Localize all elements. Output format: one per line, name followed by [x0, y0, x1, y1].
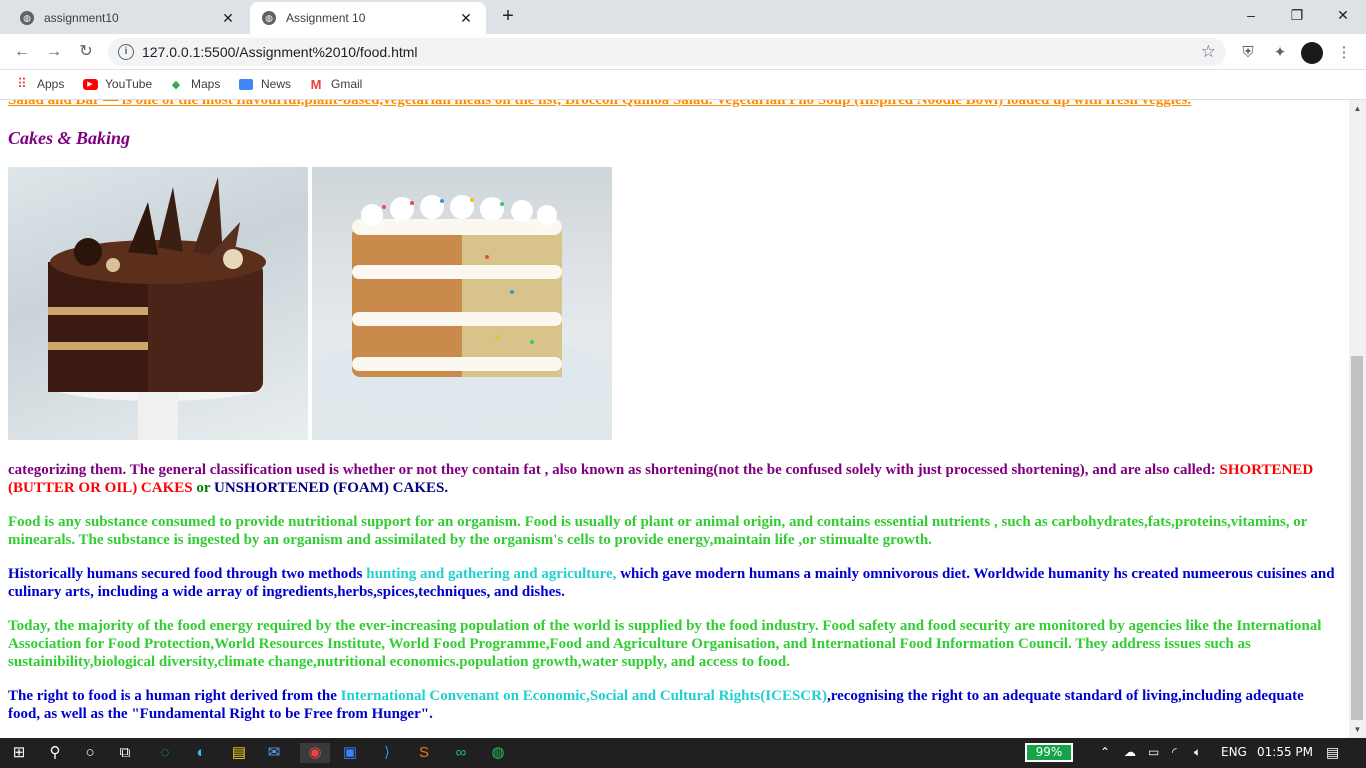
battery-indicator[interactable]: 99% [1025, 743, 1073, 762]
close-tab-icon[interactable]: ✕ [458, 10, 474, 27]
p1-text: categorizing them. The general classific… [8, 462, 1216, 478]
battery-icon[interactable]: ▭ [1148, 745, 1159, 759]
browser-toolbar: ← → ↻ i 127.0.0.1:5500/Assignment%2010/f… [0, 34, 1366, 70]
page-content: Salad and Bar — is one of the most flavo… [0, 100, 1349, 738]
paragraph-food-industry: Today, the majority of the food energy r… [8, 618, 1322, 670]
bookmark-maps[interactable]: ◆ Maps [168, 77, 221, 91]
page-scrollbar[interactable]: ▲ ▼ [1349, 100, 1366, 738]
section-heading: Cakes & Baking [8, 128, 131, 148]
task-view-icon[interactable]: ⧉ [114, 743, 136, 763]
news-icon [238, 77, 254, 91]
paragraph-right-to-food: The right to food is a human right deriv… [8, 687, 1338, 723]
app-icon-green[interactable]: ◌ [154, 743, 176, 763]
address-url[interactable]: 127.0.0.1:5500/Assignment%2010/food.html [142, 44, 418, 60]
forward-icon[interactable]: → [42, 40, 66, 64]
bookmark-gmail[interactable]: M Gmail [308, 76, 363, 92]
tab-bar: ◍ assignment10 ✕ ◍ Assignment 10 ✕ + – ❐… [0, 0, 1366, 34]
tray-chevron-icon[interactable]: ⌃ [1100, 745, 1110, 759]
scroll-down-icon[interactable]: ▼ [1349, 721, 1366, 738]
bookmark-label: YouTube [105, 77, 153, 91]
tab-assignment-10[interactable]: ◍ Assignment 10 ✕ [250, 2, 486, 34]
paragraph-food-history: Historically humans secured food through… [8, 565, 1338, 601]
bookmark-label: Apps [37, 77, 65, 91]
vscode-icon[interactable]: ⟩ [376, 743, 398, 763]
wifi-icon[interactable]: ◜ [1172, 745, 1177, 759]
language-indicator[interactable]: ENG [1221, 745, 1247, 759]
bookmark-label: Maps [191, 77, 221, 91]
chrome-icon[interactable]: ◉ [300, 743, 330, 763]
p3-highlight: hunting and gathering and agriculture, [366, 566, 617, 582]
paragraph-food-definition: Food is any substance consumed to provid… [8, 514, 1308, 548]
extensions-puzzle-icon[interactable]: ✦ [1270, 43, 1290, 63]
new-tab-button[interactable]: + [494, 5, 522, 29]
menu-kebab-icon[interactable]: ⋮ [1334, 43, 1354, 63]
bookmark-apps[interactable]: ⠿ Apps [14, 76, 65, 91]
reload-icon[interactable]: ↻ [74, 40, 98, 64]
tab-title: Assignment 10 [286, 11, 366, 25]
restore-icon[interactable]: ❐ [1274, 0, 1320, 30]
edge-icon[interactable]: ◐ [190, 743, 212, 763]
close-tab-icon[interactable]: ✕ [220, 10, 236, 27]
file-explorer-icon[interactable]: ▤ [228, 743, 250, 763]
scroll-up-icon[interactable]: ▲ [1349, 100, 1366, 117]
unshortened-cakes-text: UNSHORTENED (FOAM) CAKES. [214, 480, 449, 496]
address-bar[interactable]: i 127.0.0.1:5500/Assignment%2010/food.ht… [108, 38, 1226, 66]
extension-shield-icon[interactable]: ⛨ [1238, 43, 1258, 63]
minimize-icon[interactable]: – [1228, 0, 1274, 30]
bookmark-youtube[interactable]: ▶ YouTube [82, 77, 152, 91]
spotify-icon[interactable]: ◍ [487, 743, 509, 763]
bookmarks-bar: ⠿ Apps ▶ YouTube ◆ Maps News M Gmail [0, 70, 1366, 100]
info-icon[interactable]: i [118, 44, 134, 60]
tab-assignment10[interactable]: ◍ assignment10 ✕ [8, 2, 248, 34]
cortana-icon[interactable]: ○ [79, 743, 101, 763]
arduino-icon[interactable]: ∞ [450, 743, 472, 763]
bookmark-news[interactable]: News [238, 77, 291, 91]
windows-taskbar: ⊞ ⚲ ○ ⧉ ◌ ◐ ▤ ✉ ◉ ▣ ⟩ S ∞ ◍ 99% ⌃ ☁ ▭ ◜ … [0, 738, 1366, 768]
zoom-icon[interactable]: ▣ [339, 743, 361, 763]
youtube-icon: ▶ [82, 77, 98, 91]
gmail-icon: M [310, 76, 322, 92]
paragraph-cake-classification: categorizing them. The general classific… [8, 461, 1338, 497]
globe-icon: ◍ [262, 11, 276, 25]
bookmark-label: Gmail [331, 77, 363, 91]
profile-avatar[interactable] [1301, 42, 1323, 64]
or-text: or [192, 480, 215, 496]
volume-icon[interactable]: 🔈︎ [1194, 745, 1201, 760]
p3-before: Historically humans secured food through… [8, 566, 367, 582]
p5-before: The right to food is a human right deriv… [8, 688, 341, 704]
close-window-icon[interactable]: ✕ [1320, 0, 1366, 30]
mail-icon[interactable]: ✉ [263, 743, 285, 763]
cutoff-link-text[interactable]: Salad and Bar — is one of the most flavo… [8, 100, 1191, 109]
bookmark-label: News [261, 77, 292, 91]
maps-icon: ◆ [171, 78, 181, 91]
tab-title: assignment10 [44, 11, 119, 25]
onedrive-icon[interactable]: ☁ [1124, 745, 1136, 759]
notifications-icon[interactable]: ▤ [1326, 745, 1339, 761]
bookmark-star-icon[interactable]: ☆ [1201, 42, 1216, 62]
scrollbar-thumb[interactable] [1351, 356, 1363, 720]
p5-highlight: International Convenant on Economic,Soci… [340, 688, 827, 704]
clock[interactable]: 01:55 PM [1257, 745, 1313, 759]
sublime-icon[interactable]: S [413, 743, 435, 763]
back-icon[interactable]: ← [10, 40, 34, 64]
apps-grid-icon: ⠿ [17, 76, 27, 91]
search-icon[interactable]: ⚲ [44, 743, 66, 763]
windows-start-icon[interactable]: ⊞ [8, 743, 30, 763]
globe-icon: ◍ [20, 11, 34, 25]
funfetti-cake-image [312, 167, 612, 440]
chocolate-cake-image [8, 167, 308, 440]
